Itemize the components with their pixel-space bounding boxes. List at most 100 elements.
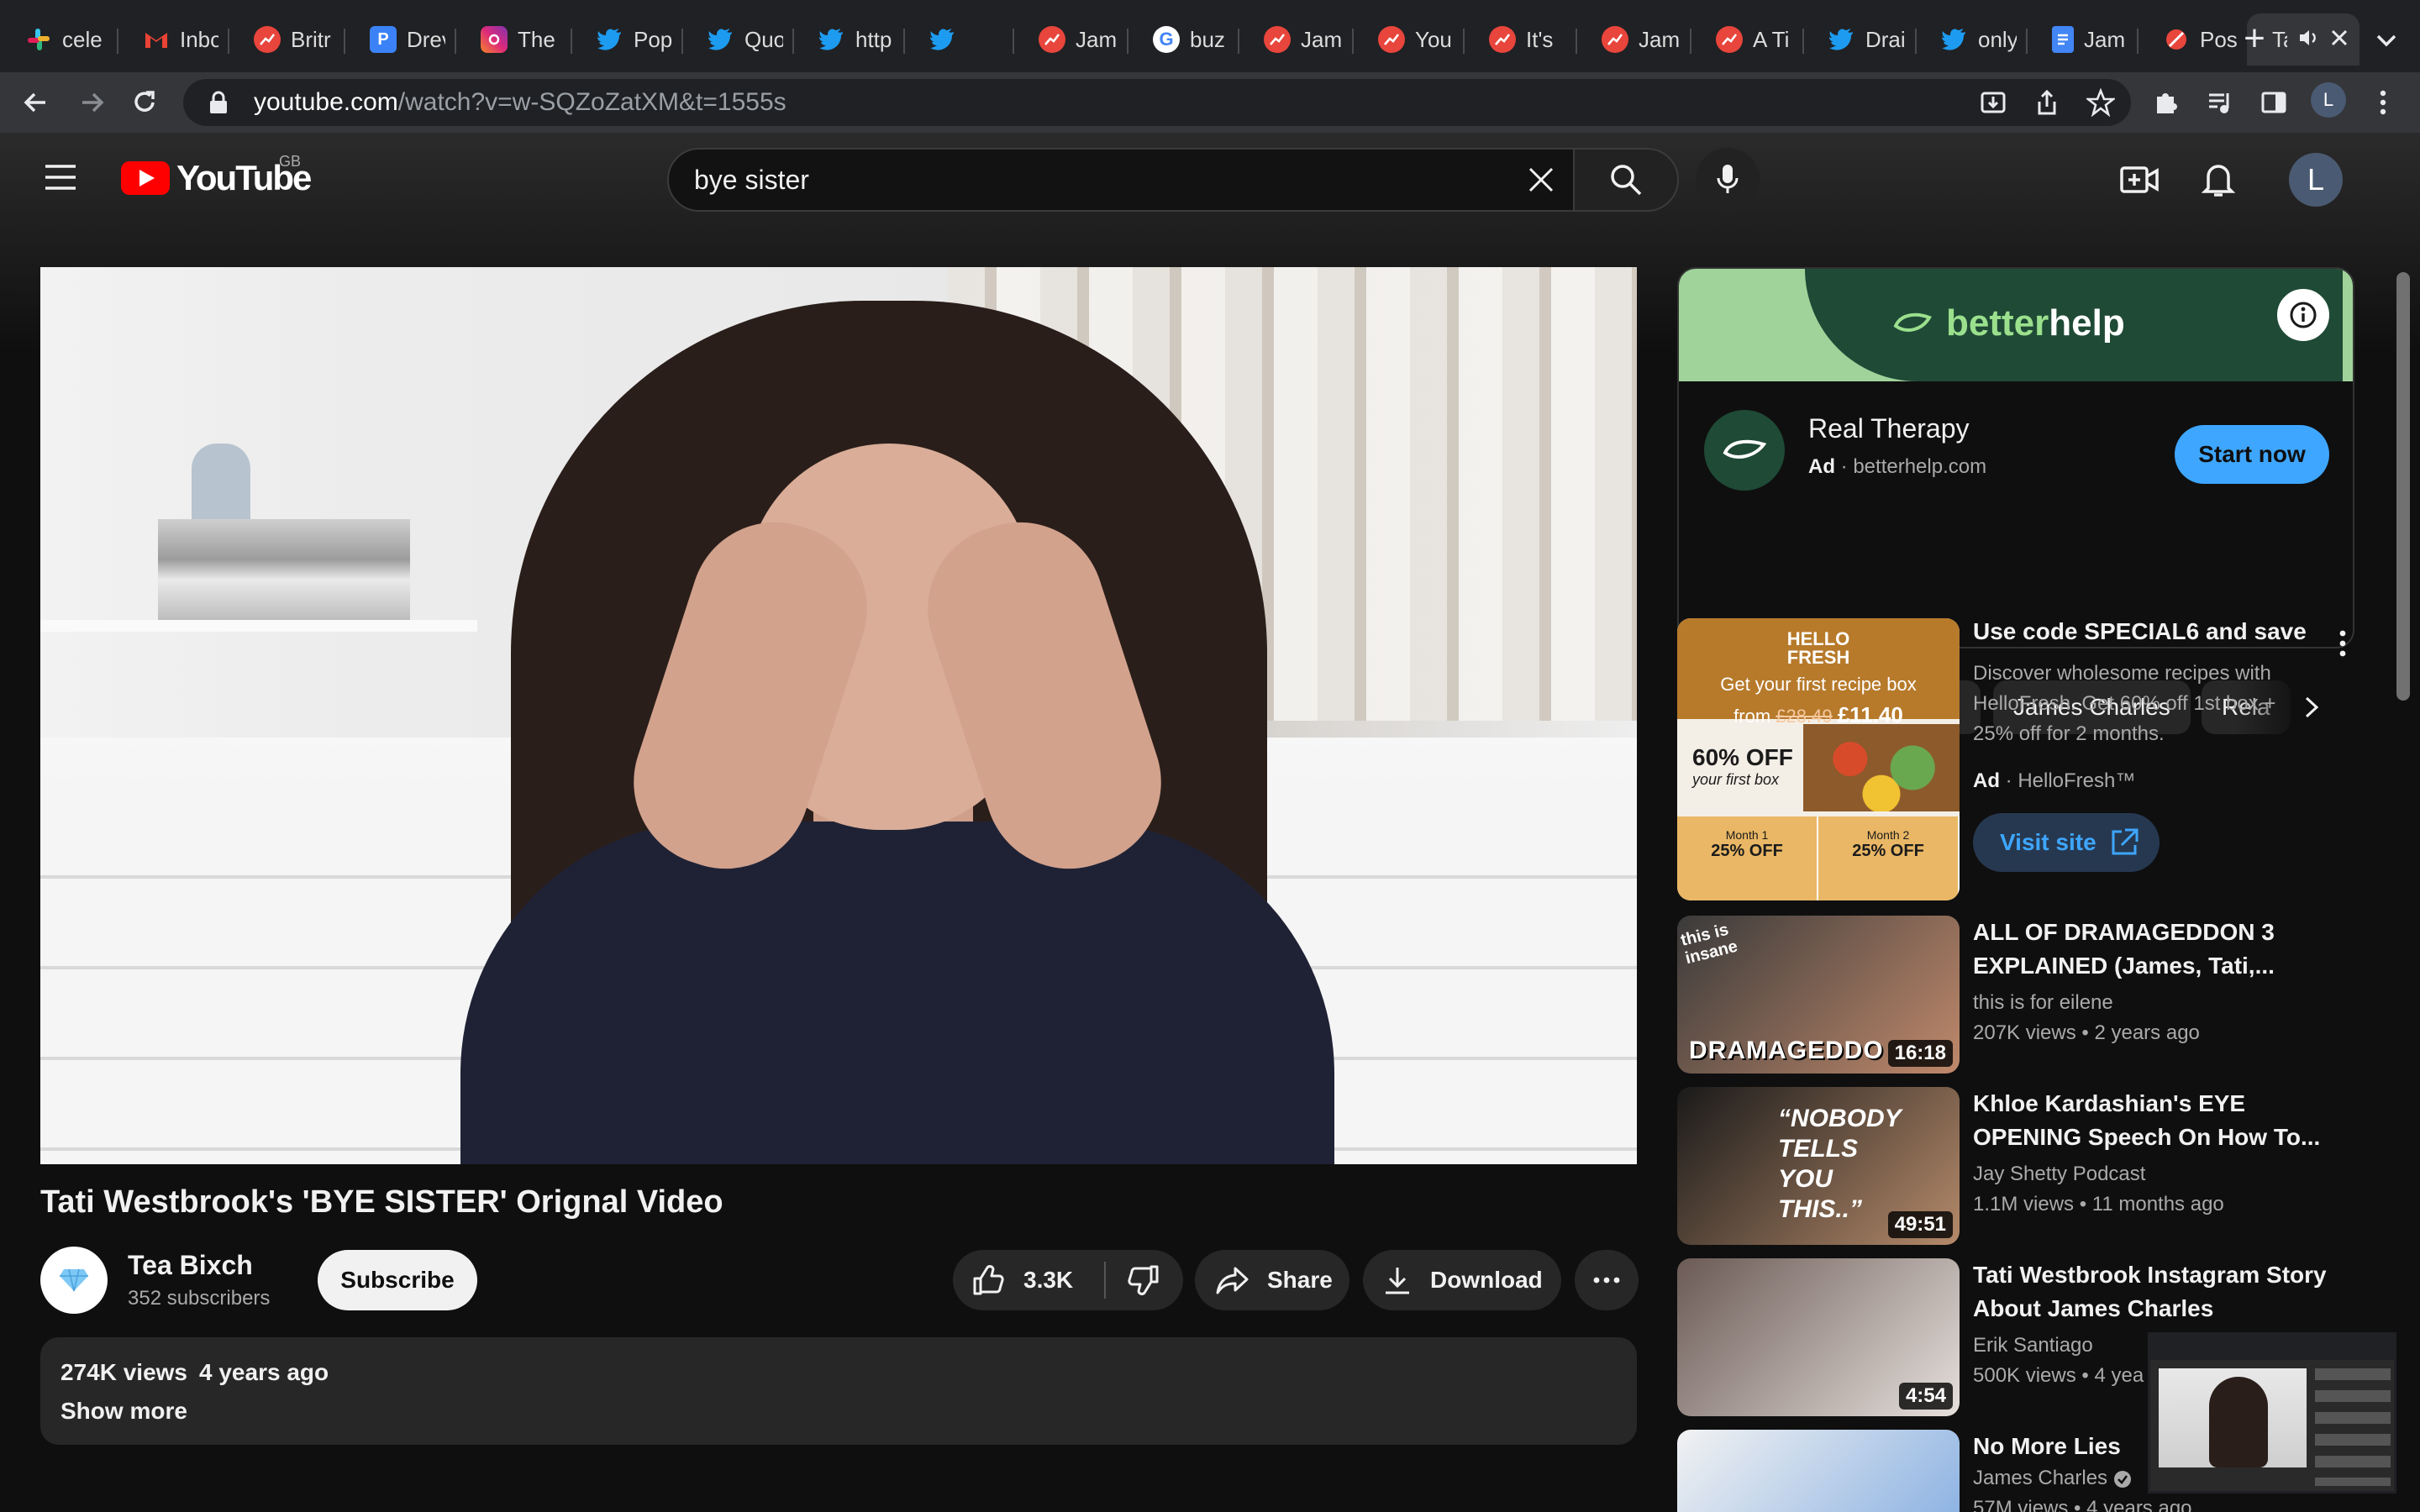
like-button[interactable]: 3.3K [953,1250,1094,1310]
browser-tab[interactable]: Jam [1013,13,1128,66]
promo-ad-line: Ad · HelloFresh™ [1973,769,2136,792]
recommendation-item[interactable]: “NOBODY TELLS YOU THIS..” 49:51 Khloe Kard… [1677,1087,2354,1245]
browser-tab[interactable]: Jam [1576,13,1691,66]
hamburger-menu-icon[interactable] [44,163,77,192]
dislike-button[interactable] [1106,1250,1181,1310]
download-button[interactable]: Download [1363,1250,1561,1310]
recommendation-stats: 1.1M views • 11 months ago [1973,1193,2224,1215]
download-icon [1386,1268,1409,1294]
back-arrow-icon[interactable] [17,84,54,121]
channel-name[interactable]: Tea Bixch [128,1250,253,1281]
betterhelp-ad-card[interactable]: betterhelp Real Therapy Ad · betterhelp.… [1677,267,2354,648]
address-bar[interactable]: youtube.com/watch?v=w-SQZoZatXM&t=1555s [183,79,2131,126]
create-video-icon[interactable] [2118,158,2161,202]
tab-title: Quo [744,26,783,52]
description-box[interactable]: 274K views 4 years ago Show more [40,1337,1637,1445]
extensions-puzzle-icon[interactable] [2148,84,2185,121]
promo-thumbnail[interactable]: HELLO FRESH Get your first recipe box fro… [1677,618,1960,900]
recommendation-thumbnail[interactable]: DRAMAGEDDO this is insane 16:18 [1677,916,1960,1074]
recommendation-thumbnail[interactable]: “NOBODY TELLS YOU THIS..” 49:51 [1677,1087,1960,1245]
voice-search-button[interactable] [1696,148,1760,212]
month-1-label: Month 1 [1725,828,1769,842]
more-actions-button[interactable] [1575,1250,1639,1310]
browser-tab[interactable] [904,13,1013,66]
share-page-icon[interactable] [2028,84,2065,121]
hellofresh-promo[interactable]: HELLO FRESH Get your first recipe box fro… [1677,618,2354,900]
share-button[interactable]: Share [1195,1250,1349,1310]
browser-tab[interactable]: Britr [229,13,345,66]
youtube-logo[interactable]: YouTube GB [121,153,312,198]
recommendation-thumbnail[interactable]: 4:54 [1677,1258,1960,1416]
clear-search-icon[interactable] [1509,148,1573,212]
twitter-icon [929,26,956,53]
reload-icon[interactable] [126,84,163,121]
search-button[interactable] [1573,148,1679,212]
browser-tab[interactable]: A Ti [1691,13,1803,66]
browser-tab[interactable]: Pos [2138,13,2247,66]
show-more-link[interactable]: Show more [60,1398,1617,1425]
download-label: Download [1430,1267,1543,1293]
browser-tab[interactable]: only [1916,13,2027,66]
recommendation-title[interactable]: Tati Westbrook Instagram Story About Jam… [1973,1258,2334,1326]
subscribe-button[interactable]: Subscribe [318,1250,477,1310]
browser-tab[interactable]: cele [0,13,118,66]
tab-title: You [1415,26,1452,52]
picture-in-picture-preview[interactable] [2148,1332,2396,1494]
ad-banner[interactable]: betterhelp [1679,269,2353,381]
twitter-icon [1941,26,1968,53]
youtube-play-logo-icon [121,161,170,195]
recommendation-thumbnail[interactable] [1677,1430,1960,1512]
browser-tab[interactable]: Pop [571,13,682,66]
start-now-button[interactable]: Start now [2175,425,2329,484]
twitter-icon [818,26,845,53]
recommendation-title[interactable]: Khloe Kardashian's EYE OPENING Speech On… [1973,1087,2334,1154]
recommendation-item[interactable]: DRAMAGEDDO this is insane 16:18 ALL OF DRAM… [1677,916,2354,1074]
promo-title[interactable]: Use code SPECIAL6 and save [1973,618,2309,645]
browser-tab[interactable]: Drai [1803,13,1916,66]
like-count: 3.3K [1023,1267,1074,1293]
forward-arrow-icon[interactable] [74,84,111,121]
ad-info-icon[interactable] [2274,286,2333,344]
close-tab-icon[interactable] [2329,28,2349,52]
recommendation-channel[interactable]: James Charles [1973,1467,2132,1490]
ad-badge: Ad [1808,455,1835,478]
browser-profile-avatar[interactable]: L [2311,82,2346,118]
browser-tab[interactable]: You [1353,13,1464,66]
video-player[interactable] [40,267,1637,1164]
bookmark-star-icon[interactable] [2082,84,2119,121]
notifications-bell-icon[interactable] [2196,158,2240,202]
recommendation-channel[interactable]: Erik Santiago [1973,1334,2093,1357]
recommendation-channel[interactable]: Jay Shetty Podcast [1973,1163,2145,1186]
advertiser-logo[interactable] [1704,410,1785,491]
account-avatar[interactable]: L [2289,153,2343,207]
browser-tab[interactable]: http [793,13,904,66]
promo-more-vertical-icon[interactable] [2333,627,2353,660]
side-panel-icon[interactable] [2255,84,2292,121]
browser-tab[interactable]: Jam [1239,13,1353,66]
speaker-icon[interactable] [2297,27,2319,53]
lock-icon[interactable] [203,87,234,118]
page-scrollbar[interactable] [2396,272,2410,701]
recommendation-channel[interactable]: this is for eilene [1973,991,2113,1015]
tab-title: http [855,26,892,52]
search-query-text[interactable]: bye sister [694,165,1509,196]
search-input[interactable]: bye sister [667,148,1575,212]
browser-tab[interactable]: It's [1464,13,1576,66]
tab-title: Pos [2200,26,2237,52]
visit-site-button[interactable]: Visit site [1973,813,2160,872]
browser-tab[interactable]: Quo [682,13,793,66]
install-app-icon[interactable] [1975,84,2012,121]
recommendation-title[interactable]: ALL OF DRAMAGEDDON 3 EXPLAINED (James, T… [1973,916,2334,983]
browser-tab[interactable]: Jam [2027,13,2138,66]
tab-search-chevron-icon[interactable] [2370,24,2403,57]
browser-tab[interactable]: The [455,13,571,66]
media-controls-icon[interactable] [2202,84,2238,121]
new-tab-button[interactable]: + [2235,20,2274,59]
browser-tab[interactable]: Gbuz [1128,13,1239,66]
browser-tab[interactable]: Inbo [118,13,229,66]
browser-menu-icon[interactable] [2365,84,2402,121]
off-headline: 60% OFF [1692,744,1793,770]
ad-title[interactable]: Real Therapy [1808,413,1970,444]
browser-tab[interactable]: P Drev [345,13,455,66]
channel-avatar[interactable] [40,1247,108,1314]
